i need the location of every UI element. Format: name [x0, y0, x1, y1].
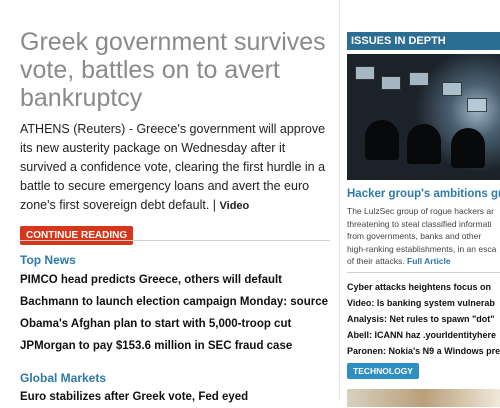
main-story: Greek government survives vote, battles …	[20, 28, 332, 245]
technology-tag[interactable]: TECHNOLOGY	[347, 362, 419, 379]
related-link[interactable]: Paronen: Nokia's N9 a Windows pre	[347, 343, 500, 359]
summary-text: ATHENS (Reuters) - Greece's government w…	[20, 122, 326, 212]
related-links: Cyber attacks heightens focus on Video: …	[347, 279, 500, 359]
full-article-link[interactable]: Full Article	[407, 256, 451, 266]
feature-line: threatening to steal classified informat…	[347, 218, 492, 229]
news-item[interactable]: Euro stabilizes after Greek vote, Fed ey…	[20, 386, 332, 408]
feature-line: from governments, banks and other	[347, 231, 482, 241]
sidebar: ISSUES IN DEPTH Hacker group's ambitions…	[347, 32, 500, 407]
feature-image[interactable]	[347, 54, 500, 180]
headline[interactable]: Greek government survives vote, battles …	[20, 28, 332, 112]
top-news-title[interactable]: Top News	[20, 253, 76, 267]
news-item[interactable]: Obama's Afghan plan to start with 5,000-…	[20, 313, 332, 335]
person-silhouette	[451, 128, 485, 168]
related-link[interactable]: Analysis: Net rules to spawn "dot"	[347, 311, 500, 327]
thumbnail-image[interactable]	[347, 388, 500, 407]
continue-reading-button[interactable]: CONTINUE READING	[20, 226, 134, 245]
news-item[interactable]: JPMorgan to pay $153.6 million in SEC fr…	[20, 335, 332, 357]
monitor-shape	[381, 76, 401, 90]
issues-in-depth-header: ISSUES IN DEPTH	[347, 32, 500, 50]
monitor-shape	[467, 98, 487, 112]
news-item[interactable]: PIMCO head predicts Greece, others will …	[20, 269, 332, 291]
related-link[interactable]: Cyber attacks heightens focus on	[347, 279, 500, 295]
person-silhouette	[365, 120, 399, 160]
story-summary: ATHENS (Reuters) - Greece's government w…	[20, 120, 332, 216]
feature-line: of their attacks. Full Article	[347, 255, 500, 268]
related-link[interactable]: Abell: ICANN haz .yourIdentityhere	[347, 327, 500, 343]
divider	[20, 240, 330, 241]
news-item[interactable]: Bachmann to launch election campaign Mon…	[20, 291, 332, 313]
monitor-shape	[355, 66, 375, 80]
video-link[interactable]: Video	[220, 200, 250, 212]
person-silhouette	[407, 124, 441, 164]
top-news-list: PIMCO head predicts Greece, others will …	[20, 269, 332, 357]
column-divider	[339, 0, 340, 400]
monitor-shape	[442, 82, 462, 96]
feature-summary: The LulzSec group of rogue hackers ar th…	[347, 205, 500, 268]
related-link[interactable]: Video: Is banking system vulnerab	[347, 295, 500, 311]
monitor-shape	[409, 72, 429, 86]
feature-line-text: of their attacks.	[347, 256, 405, 266]
feature-title[interactable]: Hacker group's ambitions gro	[347, 188, 500, 200]
divider	[347, 271, 500, 273]
global-markets-title[interactable]: Global Markets	[20, 371, 106, 385]
feature-line: The LulzSec group of rogue hackers ar	[347, 206, 494, 216]
feature-line: high-ranking establishments, in an esca	[347, 243, 497, 254]
